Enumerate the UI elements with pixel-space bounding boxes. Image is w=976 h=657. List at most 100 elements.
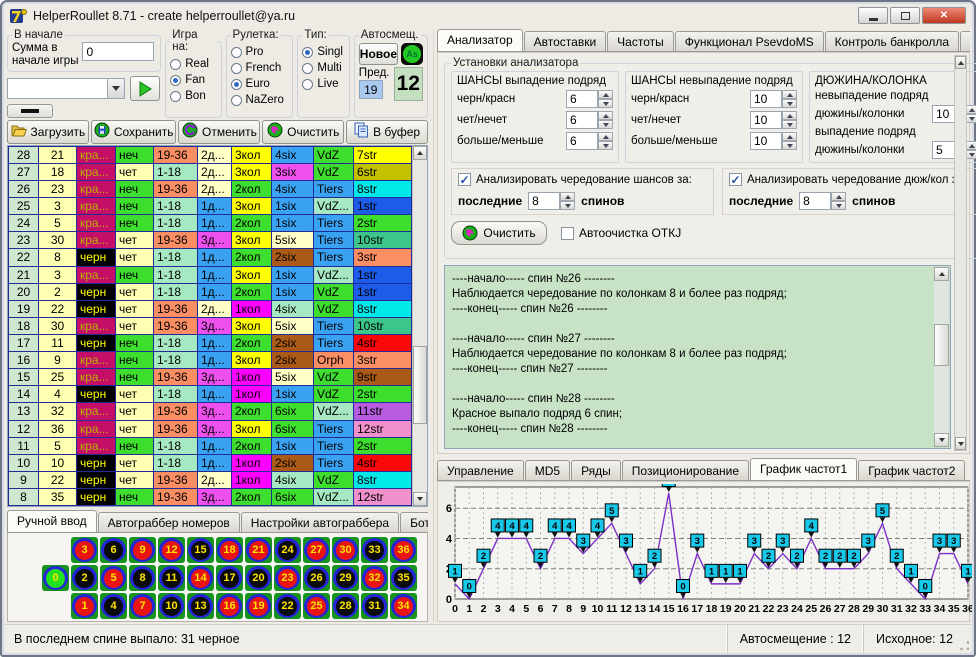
- board-number-17[interactable]: 17: [216, 565, 243, 591]
- log-scroll-track[interactable]: [934, 281, 949, 433]
- table-row[interactable]: 213кра...неч1-181д...3кол1sixVdZ...1str: [9, 267, 412, 284]
- analyzer-tab-1[interactable]: Анализатор: [437, 29, 523, 51]
- page-scroll-down-button[interactable]: [955, 437, 966, 450]
- scroll-track[interactable]: [413, 160, 427, 492]
- table-row[interactable]: 169кра...неч1-181д...3кол2sixOrph3str: [9, 352, 412, 369]
- board-number-4[interactable]: 4: [100, 593, 127, 619]
- radio-option-bon[interactable]: Bon: [170, 90, 216, 102]
- board-number-31[interactable]: 31: [361, 593, 388, 619]
- board-number-7[interactable]: 7: [129, 593, 156, 619]
- board-number-36[interactable]: 36: [390, 537, 417, 563]
- отменить-button[interactable]: Отменить: [178, 120, 260, 144]
- board-number-13[interactable]: 13: [187, 593, 214, 619]
- scroll-up-button[interactable]: [413, 146, 427, 160]
- input-tab-2[interactable]: Автограббер номеров: [98, 512, 240, 532]
- table-row[interactable]: 1236кра...чет19-363д...3кол6sixTiers12st…: [9, 421, 412, 438]
- maximize-button[interactable]: [890, 7, 920, 24]
- analyzer-tab-4[interactable]: Функционал PsevdoMS: [675, 31, 824, 51]
- start-sum-input[interactable]: [82, 42, 154, 61]
- spinner-down-button[interactable]: [598, 120, 613, 129]
- board-number-14[interactable]: 14: [187, 565, 214, 591]
- board-number-1[interactable]: 1: [71, 593, 98, 619]
- spinner-down-button[interactable]: [598, 99, 613, 108]
- analyzer-tab-3[interactable]: Частоты: [607, 31, 674, 51]
- analyzer-spinner-input[interactable]: [566, 132, 598, 150]
- table-scrollbar[interactable]: [412, 146, 427, 506]
- board-number-24[interactable]: 24: [274, 537, 301, 563]
- board-number-11[interactable]: 11: [158, 565, 185, 591]
- board-number-23[interactable]: 23: [274, 565, 301, 591]
- minimize-button[interactable]: [858, 7, 888, 24]
- table-row[interactable]: 245кра...неч1-181д...2кол1sixTiers2str: [9, 215, 412, 232]
- input-tab-1[interactable]: Ручной ввод: [7, 510, 97, 532]
- radio-option-singl[interactable]: Singl: [302, 46, 344, 58]
- table-row[interactable]: 2718кра...чет1-182д...3кол3sixVdZ6str: [9, 164, 412, 181]
- analyzer-spinner-input[interactable]: [750, 90, 782, 108]
- preset-combobox[interactable]: [7, 78, 125, 99]
- spins-count-spinner-input[interactable]: [799, 192, 831, 210]
- spinner-up-button[interactable]: [598, 132, 613, 141]
- spins-count-spinner-input[interactable]: [528, 192, 560, 210]
- radio-option-multi[interactable]: Multi: [302, 62, 344, 74]
- table-row[interactable]: 1525кра...неч19-363д...1кол5sixVdZ9str: [9, 369, 412, 386]
- scroll-thumb[interactable]: [413, 346, 427, 424]
- board-number-29[interactable]: 29: [332, 565, 359, 591]
- board-number-6[interactable]: 6: [100, 537, 127, 563]
- table-row[interactable]: 2330кра...чет19-363д...3кол5sixTiers10st…: [9, 232, 412, 249]
- analyzer-tab-2[interactable]: Автоставки: [524, 31, 607, 51]
- table-row[interactable]: 2623кра...неч19-362д...2кол4sixTiers8str: [9, 181, 412, 198]
- board-number-12[interactable]: 12: [158, 537, 185, 563]
- analyzer-spinner-input[interactable]: [566, 111, 598, 129]
- сохранить-button[interactable]: Сохранить: [91, 120, 177, 144]
- radio-option-fan[interactable]: Fan: [170, 74, 216, 86]
- table-row[interactable]: 1711черннеч1-181д...2кол2sixTiers4str: [9, 335, 412, 352]
- log-scrollbar[interactable]: [934, 267, 949, 447]
- board-number-18[interactable]: 18: [216, 537, 243, 563]
- analyzer-spinner-input[interactable]: [750, 132, 782, 150]
- analyzer-log[interactable]: ----начало----- спин №26 --------Наблюда…: [444, 265, 951, 449]
- table-row[interactable]: 253кра...неч1-181д...3кол1sixVdZ...1str: [9, 198, 412, 215]
- board-number-8[interactable]: 8: [129, 565, 156, 591]
- board-number-5[interactable]: 5: [100, 565, 127, 591]
- spinner-down-button[interactable]: [831, 201, 846, 210]
- board-number-10[interactable]: 10: [158, 593, 185, 619]
- radio-option-real[interactable]: Real: [170, 58, 216, 70]
- chart-tab-6[interactable]: График частот2: [858, 460, 965, 480]
- input-tab-3[interactable]: Настройки автограббера: [241, 512, 399, 532]
- chart-tab-4[interactable]: Позиционирование: [622, 460, 749, 480]
- spinner-down-button[interactable]: [782, 120, 797, 129]
- copy-to-buffer-button[interactable]: В буфер: [346, 120, 428, 144]
- resize-grip[interactable]: [957, 625, 971, 653]
- page-scroll-track[interactable]: [955, 69, 966, 437]
- board-number-30[interactable]: 30: [332, 537, 359, 563]
- radio-option-pro[interactable]: Pro: [231, 46, 289, 58]
- board-number-21[interactable]: 21: [245, 537, 272, 563]
- board-number-2[interactable]: 2: [71, 565, 98, 591]
- table-row[interactable]: 202чернчет1-181д...2кол1sixVdZ1str: [9, 284, 412, 301]
- spinner-down-button[interactable]: [598, 141, 613, 150]
- table-row[interactable]: 1332кра...чет19-363д...2кол6sixVdZ...11s…: [9, 403, 412, 420]
- board-number-27[interactable]: 27: [303, 537, 330, 563]
- board-number-35[interactable]: 35: [390, 565, 417, 591]
- table-row[interactable]: 144чернчет1-181д...1кол1sixVdZ2str: [9, 386, 412, 403]
- board-number-9[interactable]: 9: [129, 537, 156, 563]
- analyzer-tab-6[interactable]: Колесо ру: [960, 31, 970, 51]
- board-number-0[interactable]: 0: [42, 565, 69, 591]
- table-row[interactable]: 1830кра...чет19-363д...3кол5sixTiers10st…: [9, 318, 412, 335]
- table-row[interactable]: 115кра...неч1-181д...2кол1sixTiers2str: [9, 438, 412, 455]
- загрузить-button[interactable]: Загрузить: [7, 120, 89, 144]
- очистить-button[interactable]: Очистить: [262, 120, 344, 144]
- start-button[interactable]: [130, 76, 160, 101]
- page-scrollbar[interactable]: [954, 55, 967, 451]
- table-row[interactable]: 1010чернчет1-181д...1кол2sixTiers4str: [9, 455, 412, 472]
- analyzer-spinner-input[interactable]: [566, 90, 598, 108]
- new-button[interactable]: Новое: [359, 43, 398, 65]
- table-row[interactable]: 1922чернчет19-362д...1кол4sixVdZ8str: [9, 301, 412, 318]
- log-scroll-down-button[interactable]: [934, 433, 949, 447]
- input-tab-4[interactable]: Бот: [400, 512, 428, 532]
- board-number-3[interactable]: 3: [71, 537, 98, 563]
- table-row[interactable]: 835черннеч19-363д...2кол6sixVdZ...12str: [9, 489, 412, 506]
- radio-option-euro[interactable]: Euro: [231, 78, 289, 90]
- spinner-up-button[interactable]: [598, 111, 613, 120]
- combobox-value[interactable]: [8, 79, 107, 98]
